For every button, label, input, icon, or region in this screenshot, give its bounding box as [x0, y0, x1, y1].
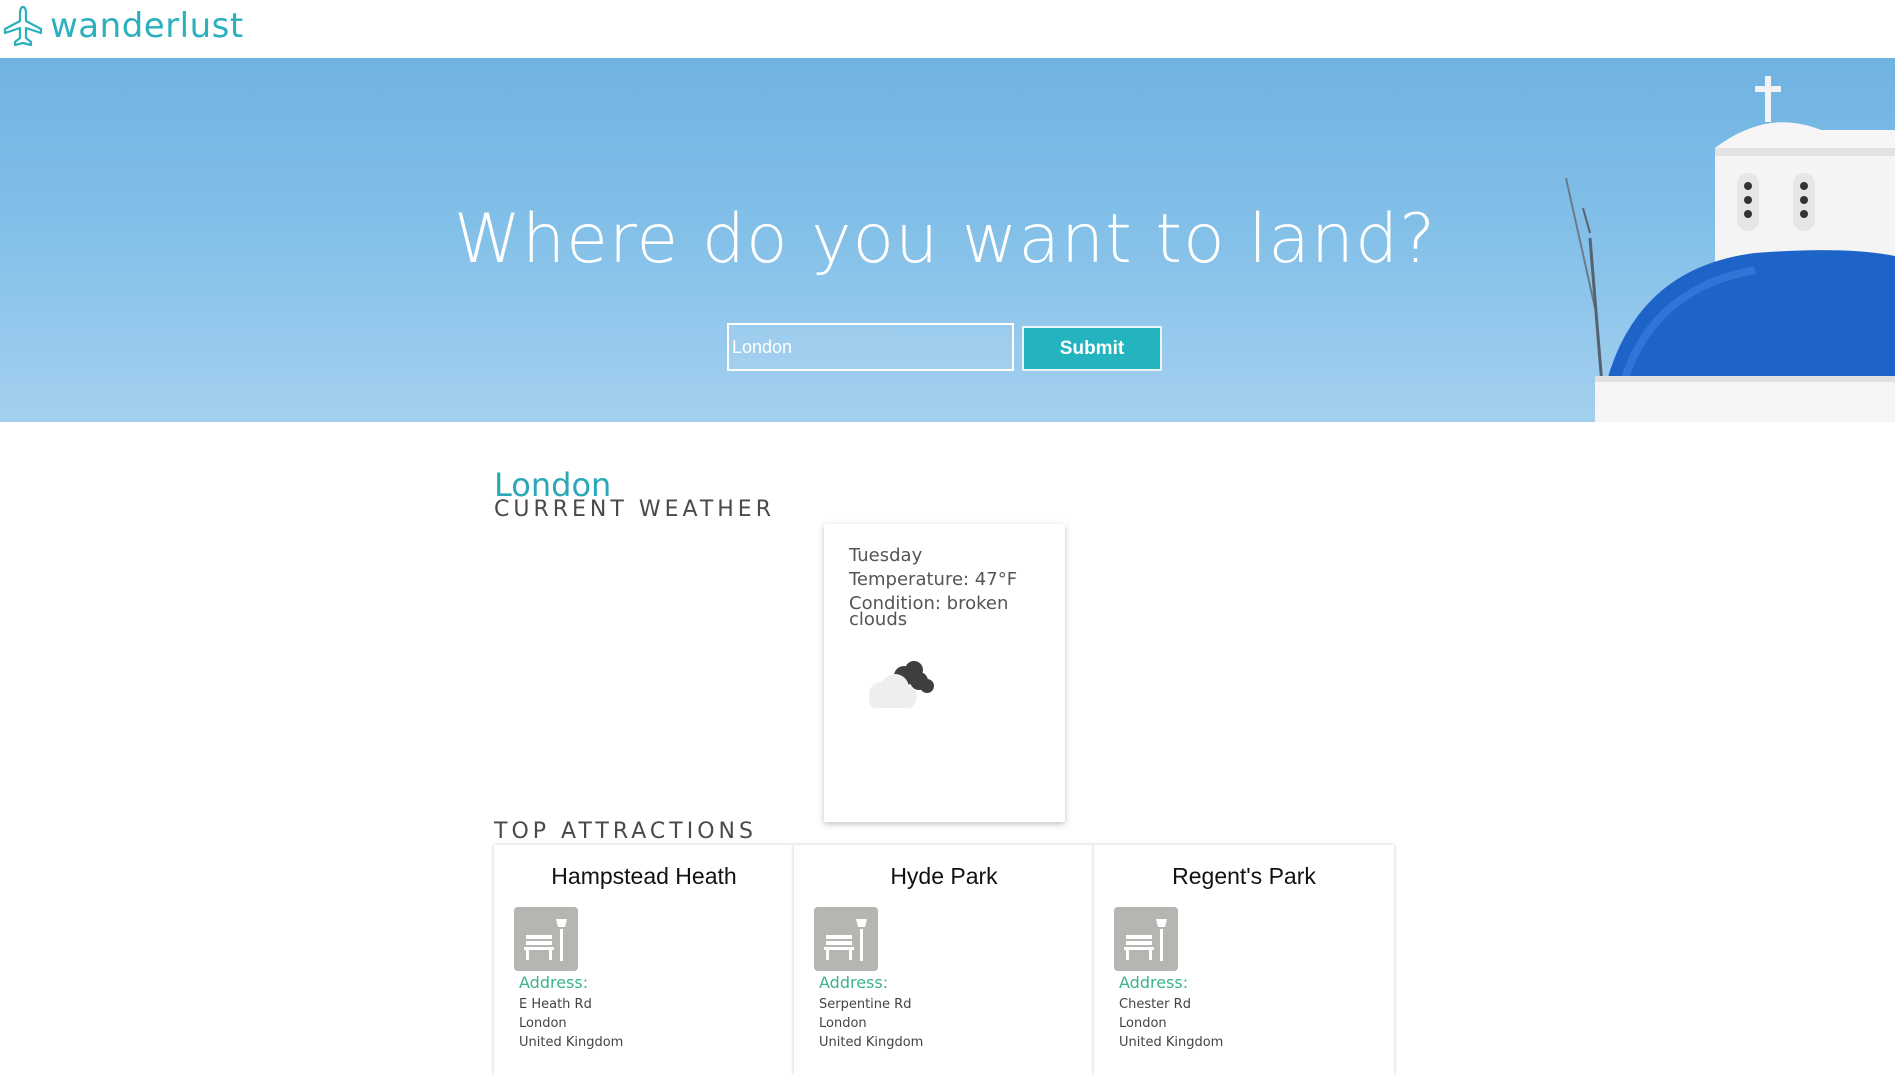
attraction-card[interactable]: Hampstead Heath Address: E Heath Rd Lond…	[494, 845, 794, 1075]
address-line: Serpentine Rd	[819, 997, 912, 1012]
address-line: Chester Rd	[1119, 997, 1191, 1012]
address-line: United Kingdom	[1119, 1035, 1224, 1050]
attraction-address: Serpentine Rd London United Kingdom	[819, 995, 923, 1052]
attraction-card[interactable]: Regent's Park Address: Chester Rd London…	[1094, 845, 1394, 1075]
address-line: London	[1119, 1016, 1167, 1031]
address-line: London	[819, 1016, 867, 1031]
attraction-name[interactable]: Regent's Park	[1094, 863, 1394, 890]
weather-temperature: Temperature: 47°F	[849, 569, 1018, 590]
address-line: United Kingdom	[519, 1035, 624, 1050]
attraction-address: E Heath Rd London United Kingdom	[519, 995, 623, 1052]
top-attractions-heading: TOP ATTRACTIONS	[494, 819, 757, 844]
attraction-address: Chester Rd London United Kingdom	[1119, 995, 1223, 1052]
address-line: E Heath Rd	[519, 997, 592, 1012]
top-nav: wanderlust	[0, 0, 1895, 58]
submit-button[interactable]: Submit	[1022, 326, 1162, 371]
current-weather-heading: CURRENT WEATHER	[494, 497, 775, 522]
brand-logo[interactable]: wanderlust	[2, 5, 244, 47]
destination-search-input[interactable]	[727, 323, 1014, 371]
attraction-card[interactable]: Hyde Park Address: Serpentine Rd London …	[794, 845, 1094, 1075]
broken-clouds-icon	[869, 661, 934, 708]
weather-condition: Condition: broken clouds	[849, 593, 1009, 630]
address-line: London	[519, 1016, 567, 1031]
brand-name: wanderlust	[50, 6, 244, 46]
hero-banner: Where do you want to land? Submit	[0, 58, 1895, 422]
hero-title: Where do you want to land?	[453, 200, 1437, 279]
address-line: United Kingdom	[819, 1035, 924, 1050]
address-label: Address:	[819, 973, 889, 992]
weather-day: Tuesday	[849, 545, 923, 566]
park-bench-icon	[514, 907, 578, 971]
attraction-name[interactable]: Hampstead Heath	[494, 863, 794, 890]
attraction-name[interactable]: Hyde Park	[794, 863, 1094, 890]
address-label: Address:	[1119, 973, 1189, 992]
weather-card: Tuesday Temperature: 47°F Condition: bro…	[824, 524, 1065, 822]
address-label: Address:	[519, 973, 589, 992]
park-bench-icon	[1114, 907, 1178, 971]
park-bench-icon	[814, 907, 878, 971]
airplane-icon	[3, 5, 43, 47]
